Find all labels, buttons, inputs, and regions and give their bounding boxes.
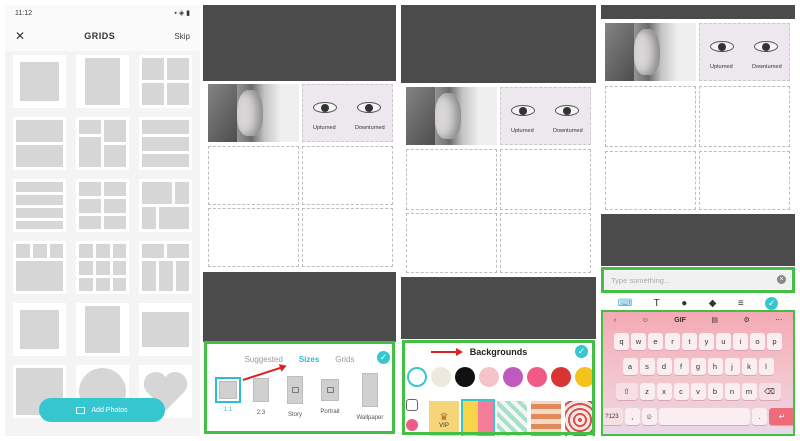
grid-template[interactable] [76,55,129,108]
grid-template[interactable] [13,303,66,356]
add-photos-button[interactable]: Add Photos [39,398,165,422]
highlight-box [204,341,395,434]
confirm-check-icon[interactable]: ✓ [765,296,779,310]
eye-upturned [511,105,535,116]
highlight-box [402,340,595,435]
backgrounds-screen: Upturned Downturned Backgrounds ✓ ♛ VIP [401,5,596,436]
grid-template[interactable] [76,303,129,356]
grids-screen: 11:12 ▪ ◈ ▮ ✕ GRIDS Skip Add Photos [5,5,200,436]
eye-downturned [555,105,579,116]
status-bar: 11:12 ▪ ◈ ▮ [5,5,200,21]
eye-downturned [754,41,778,52]
grids-header: ✕ GRIDS Skip [5,21,200,51]
text-screen: Upturned Downturned Type something... × … [601,5,795,436]
eye-label-downturned: Downturned [553,128,583,134]
page-title: GRIDS [84,31,116,41]
empty-cell[interactable] [605,86,696,147]
text-toolbar: ⌨ T ● ◆ ≡ ✓ [601,295,795,311]
color-drop-icon[interactable]: ● [681,298,687,309]
empty-cell[interactable] [406,213,497,273]
portrait-photo[interactable] [406,87,497,145]
grid-template[interactable] [139,241,192,294]
grid-template[interactable] [139,303,192,356]
eye-label-downturned: Downturned [752,64,782,70]
add-photos-label: Add Photos [91,406,128,414]
eye-label-upturned: Upturned [313,125,336,131]
status-time: 11:12 [15,9,32,17]
eyes-photo[interactable]: Upturned Downturned [302,84,393,142]
empty-cell[interactable] [208,146,299,205]
empty-cell[interactable] [302,146,393,205]
grid-template[interactable] [76,179,129,232]
image-icon [76,406,86,414]
eye-upturned [710,41,734,52]
highlight-box [601,310,795,436]
status-icons: ▪ ◈ ▮ [174,10,190,17]
grid-template[interactable] [139,117,192,170]
empty-cell[interactable] [208,208,299,267]
grid-template[interactable] [76,241,129,294]
close-icon[interactable]: ✕ [15,29,25,43]
empty-cell[interactable] [699,151,790,210]
keyboard-icon[interactable]: ⌨ [618,298,632,309]
portrait-photo[interactable] [605,23,696,81]
grid-template[interactable] [13,55,66,108]
grid-template[interactable] [13,241,66,294]
empty-cell[interactable] [500,149,591,210]
canvas-margin-bottom [203,272,396,342]
canvas-margin-top [401,5,596,83]
canvas-margin-top [601,5,795,19]
empty-cell[interactable] [406,149,497,210]
canvas-margin-bottom [401,277,596,339]
grid-template[interactable] [13,179,66,232]
eye-label-upturned: Upturned [710,64,733,70]
sizes-screen: Upturned Downturned Suggested Sizes Grid… [203,5,396,436]
eye-label-upturned: Upturned [511,128,534,134]
align-icon[interactable]: ≡ [738,298,744,309]
canvas-margin-bottom [601,214,795,266]
empty-cell[interactable] [302,208,393,267]
portrait-photo[interactable] [208,84,299,142]
canvas-margin-top [203,5,396,81]
empty-cell[interactable] [699,86,790,147]
eyes-photo[interactable]: Upturned Downturned [699,23,790,81]
highlight-box [601,267,795,293]
grid-template[interactable] [139,55,192,108]
eye-downturned [357,102,381,113]
empty-cell[interactable] [500,213,591,273]
font-icon[interactable]: T [654,298,660,309]
annotation-arrow [431,348,463,356]
eye-upturned [313,102,337,113]
grid-template[interactable] [76,117,129,170]
grid-template[interactable] [139,179,192,232]
grid-template[interactable] [13,117,66,170]
eyes-photo[interactable]: Upturned Downturned [500,87,591,145]
empty-cell[interactable] [605,151,696,210]
skip-button[interactable]: Skip [174,32,190,41]
eye-label-downturned: Downturned [355,125,385,131]
fill-drop-icon[interactable]: ◆ [709,298,717,309]
